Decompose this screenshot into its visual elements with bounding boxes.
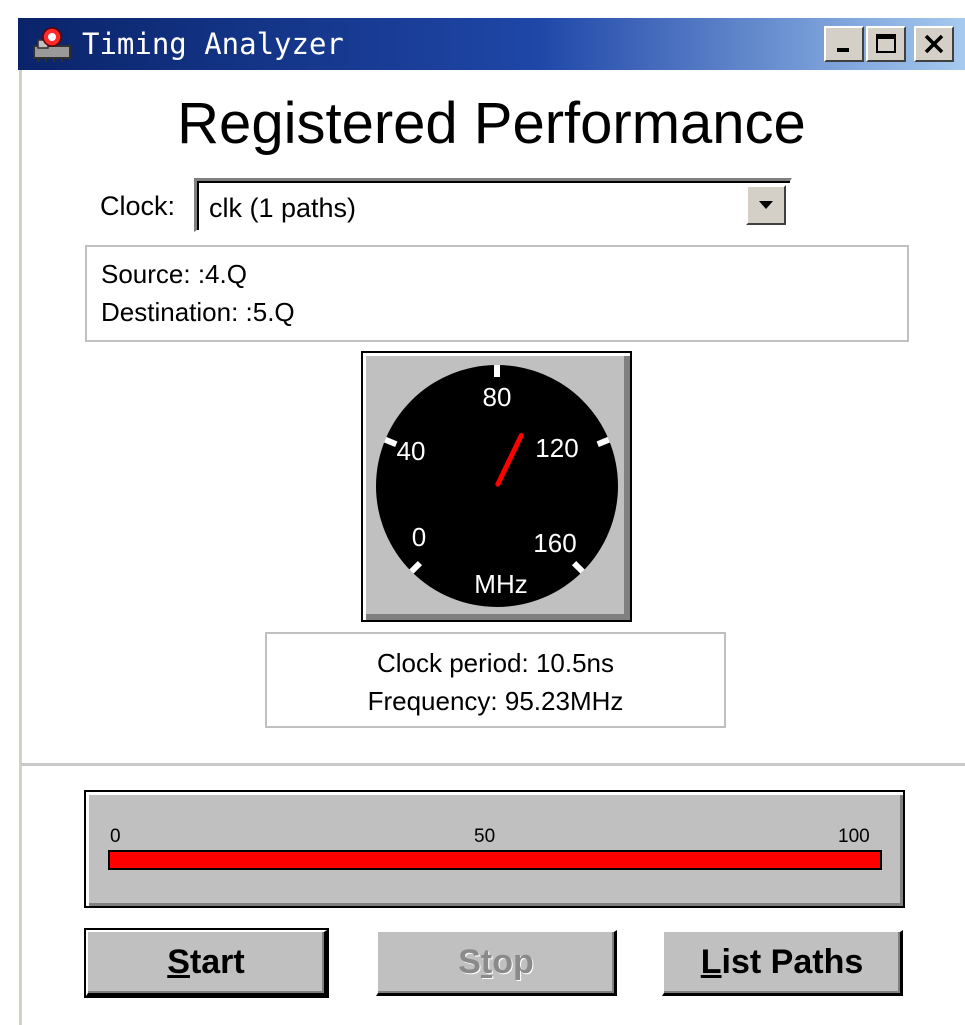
path-info-box: Source: :4.Q Destination: :5.Q	[85, 245, 909, 342]
progress-tick-0: 0	[110, 826, 121, 847]
maximize-icon	[876, 34, 896, 53]
progress-tick-100: 100	[838, 826, 870, 847]
list-paths-button[interactable]: List Paths	[662, 930, 903, 996]
timing-analyzer-window: Timing Analyzer Registered Performance C…	[0, 0, 965, 1025]
gauge-tick-mark-40	[384, 436, 398, 448]
gauge-tick-label-120: 120	[535, 433, 578, 463]
frequency-gauge: 0 40 80 120 160 MHz	[361, 351, 632, 622]
frequency-text: Frequency: 95.23MHz	[367, 686, 624, 716]
start-mnemonic: S	[167, 943, 190, 981]
progress-tick-50: 50	[474, 826, 496, 847]
chevron-down-icon	[759, 201, 773, 209]
gauge-tick-label-0: 0	[412, 522, 426, 552]
window-title: Timing Analyzer	[82, 27, 344, 61]
minimize-button[interactable]	[824, 26, 864, 62]
stop-mnemonic: t	[480, 943, 493, 981]
separator	[21, 763, 965, 766]
progress-panel: 0 50 100	[84, 790, 905, 908]
clock-select[interactable]: clk (1 paths)	[194, 178, 792, 232]
close-icon	[924, 34, 944, 54]
gauge-tick-label-40: 40	[397, 436, 426, 466]
maximize-button[interactable]	[866, 26, 906, 62]
minimize-icon	[837, 48, 849, 52]
list-paths-mnemonic: L	[700, 943, 722, 981]
list-paths-label: ist Paths	[721, 943, 864, 981]
clock-period-text: Clock period: 10.5ns	[376, 648, 615, 678]
clock-dropdown-button[interactable]	[746, 185, 786, 225]
window-border	[18, 70, 22, 1025]
start-button[interactable]: Start	[84, 928, 329, 998]
stop-label: op	[492, 943, 534, 981]
clock-label: Clock:	[100, 191, 176, 221]
progress-bar	[108, 850, 882, 870]
clock-select-value: clk (1 paths)	[209, 193, 357, 223]
timing-result-box: Clock period: 10.5ns Frequency: 95.23MHz	[265, 632, 726, 728]
source-text: Source: :4.Q	[101, 259, 247, 289]
page-title: Registered Performance	[177, 91, 806, 156]
timing-analyzer-app-icon[interactable]	[30, 24, 74, 64]
title-bar[interactable]: Timing Analyzer	[18, 18, 965, 70]
gauge-tick-mark-120	[596, 436, 610, 448]
stop-label-pre: S	[458, 943, 481, 981]
progress-fill	[110, 852, 880, 868]
close-button[interactable]	[914, 26, 954, 62]
gauge-tick-label-80: 80	[483, 382, 512, 412]
start-label: tart	[189, 943, 245, 981]
gauge-unit-label: MHz	[474, 569, 527, 599]
destination-text: Destination: :5.Q	[101, 297, 295, 327]
gauge-tick-label-160: 160	[533, 528, 576, 558]
stop-button[interactable]: Stop	[376, 930, 617, 996]
